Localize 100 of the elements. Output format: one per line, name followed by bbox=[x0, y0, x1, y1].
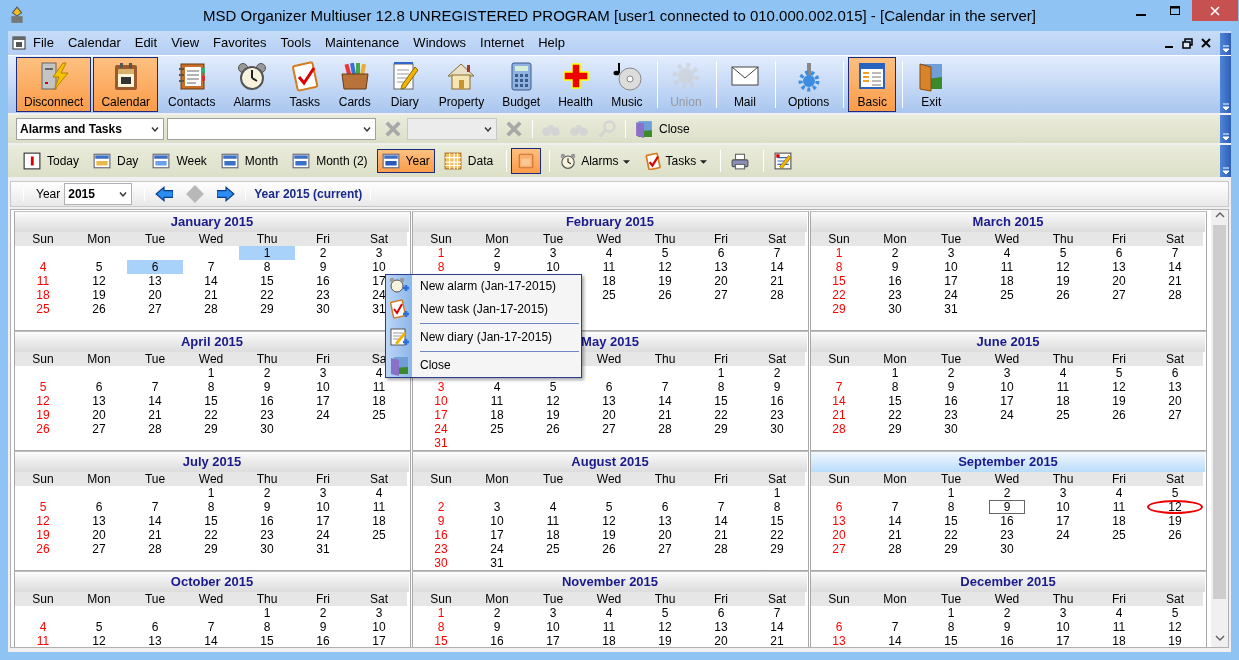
day-number[interactable]: 21 bbox=[637, 408, 693, 422]
day-number[interactable]: 22 bbox=[867, 408, 923, 422]
day-number[interactable]: 31 bbox=[469, 556, 525, 570]
day-number[interactable]: 24 bbox=[979, 408, 1035, 422]
day-number[interactable]: 14 bbox=[867, 514, 923, 528]
day-number[interactable]: 1 bbox=[183, 486, 239, 500]
day-number[interactable]: 19 bbox=[637, 634, 693, 647]
day-number[interactable]: 16 bbox=[239, 394, 295, 408]
day-number[interactable]: 12 bbox=[1035, 260, 1091, 274]
day-number[interactable]: 30 bbox=[749, 422, 805, 436]
day-number[interactable]: 22 bbox=[923, 528, 979, 542]
day-number[interactable]: 19 bbox=[1147, 514, 1203, 528]
day-number[interactable]: 13 bbox=[127, 634, 183, 647]
day-number[interactable]: 6 bbox=[693, 606, 749, 620]
day-number[interactable]: 7 bbox=[637, 380, 693, 394]
day-number[interactable]: 2 bbox=[295, 246, 351, 260]
day-number[interactable]: 8 bbox=[749, 500, 805, 514]
day-number[interactable]: 27 bbox=[1091, 288, 1147, 302]
day-number[interactable]: 2 bbox=[867, 246, 923, 260]
day-number[interactable]: 10 bbox=[351, 620, 407, 634]
day-number[interactable]: 23 bbox=[413, 542, 469, 556]
day-number[interactable]: 20 bbox=[581, 408, 637, 422]
day-number[interactable]: 10 bbox=[525, 260, 581, 274]
day-number[interactable]: 2 bbox=[413, 500, 469, 514]
toolbar-button[interactable]: Options bbox=[779, 57, 838, 112]
day-number[interactable]: 5 bbox=[1147, 486, 1203, 500]
day-number[interactable]: 19 bbox=[581, 528, 637, 542]
day-number[interactable]: 3 bbox=[525, 246, 581, 260]
toolbar-button[interactable]: Disconnect bbox=[16, 57, 92, 112]
day-number[interactable]: 18 bbox=[351, 514, 407, 528]
day-number[interactable]: 30 bbox=[979, 542, 1035, 556]
day-number[interactable]: 5 bbox=[1147, 606, 1203, 620]
day-number[interactable]: 11 bbox=[1091, 620, 1147, 634]
day-number[interactable]: 19 bbox=[1091, 394, 1147, 408]
day-number[interactable]: 25 bbox=[581, 288, 637, 302]
day-number[interactable]: 19 bbox=[15, 528, 71, 542]
day-number[interactable]: 12 bbox=[15, 394, 71, 408]
day-number[interactable]: 6 bbox=[1091, 246, 1147, 260]
day-number[interactable]: 1 bbox=[413, 246, 469, 260]
toolbar-button[interactable]: Music bbox=[602, 57, 651, 112]
day-number[interactable]: 1 bbox=[239, 246, 295, 260]
day-number[interactable]: 1 bbox=[923, 606, 979, 620]
menu-item[interactable]: Calendar bbox=[60, 35, 128, 51]
day-number[interactable]: 15 bbox=[183, 514, 239, 528]
toolbar-button[interactable]: Property bbox=[430, 57, 493, 112]
day-number[interactable]: 22 bbox=[693, 408, 749, 422]
day-number[interactable]: 27 bbox=[1147, 408, 1203, 422]
day-number[interactable]: 7 bbox=[867, 500, 923, 514]
day-number[interactable]: 3 bbox=[351, 606, 407, 620]
day-number[interactable]: 29 bbox=[749, 542, 805, 556]
day-number[interactable]: 15 bbox=[693, 394, 749, 408]
day-number[interactable]: 8 bbox=[183, 500, 239, 514]
day-number[interactable]: 28 bbox=[693, 542, 749, 556]
toolbar-button[interactable]: Contacts bbox=[160, 57, 224, 112]
day-number[interactable]: 21 bbox=[749, 634, 805, 647]
day-number[interactable]: 16 bbox=[239, 514, 295, 528]
day-number[interactable]: 9 bbox=[413, 514, 469, 528]
day-number[interactable]: 20 bbox=[811, 528, 867, 542]
day-number[interactable]: 20 bbox=[637, 528, 693, 542]
day-number[interactable]: 23 bbox=[239, 528, 295, 542]
day-number[interactable]: 23 bbox=[295, 288, 351, 302]
day-number[interactable]: 9 bbox=[979, 620, 1035, 634]
day-number[interactable]: 28 bbox=[1147, 288, 1203, 302]
day-number[interactable]: 21 bbox=[867, 528, 923, 542]
day-number[interactable]: 9 bbox=[469, 260, 525, 274]
menu-item[interactable]: File bbox=[26, 35, 61, 51]
day-number[interactable]: 10 bbox=[351, 260, 407, 274]
menu-item[interactable]: Maintenance bbox=[317, 35, 407, 51]
day-number[interactable]: 12 bbox=[1091, 380, 1147, 394]
day-number[interactable]: 13 bbox=[1091, 260, 1147, 274]
day-number[interactable]: 18 bbox=[351, 394, 407, 408]
day-number[interactable]: 13 bbox=[71, 514, 127, 528]
scrollbar-thumb[interactable] bbox=[1213, 225, 1226, 599]
day-number[interactable]: 23 bbox=[979, 528, 1035, 542]
day-number[interactable]: 4 bbox=[1091, 606, 1147, 620]
day-number[interactable]: 3 bbox=[351, 246, 407, 260]
toolbar-button[interactable]: Cards bbox=[330, 57, 379, 112]
day-number[interactable]: 25 bbox=[525, 542, 581, 556]
day-number[interactable]: 29 bbox=[183, 542, 239, 556]
day-number[interactable]: 28 bbox=[867, 542, 923, 556]
menu-item[interactable]: New alarm (Jan-17-2015) bbox=[386, 279, 557, 294]
day-number[interactable]: 19 bbox=[525, 408, 581, 422]
day-number[interactable]: 26 bbox=[637, 288, 693, 302]
day-number[interactable]: 4 bbox=[581, 606, 637, 620]
day-number[interactable]: 21 bbox=[127, 528, 183, 542]
day-number[interactable]: 21 bbox=[693, 528, 749, 542]
day-number[interactable]: 14 bbox=[693, 514, 749, 528]
day-number[interactable]: 9 bbox=[239, 500, 295, 514]
left-arrow-icon[interactable] bbox=[155, 185, 174, 203]
day-number[interactable]: 31 bbox=[413, 436, 469, 450]
day-number[interactable]: 12 bbox=[15, 514, 71, 528]
day-number[interactable]: 3 bbox=[469, 500, 525, 514]
day-number[interactable]: 11 bbox=[1035, 380, 1091, 394]
day-number[interactable]: 14 bbox=[127, 394, 183, 408]
day-number[interactable]: 14 bbox=[811, 394, 867, 408]
day-number[interactable]: 10 bbox=[525, 620, 581, 634]
day-number[interactable]: 6 bbox=[71, 380, 127, 394]
day-number[interactable]: 1 bbox=[239, 606, 295, 620]
day-number[interactable]: 23 bbox=[749, 408, 805, 422]
day-number[interactable]: 26 bbox=[71, 302, 127, 316]
